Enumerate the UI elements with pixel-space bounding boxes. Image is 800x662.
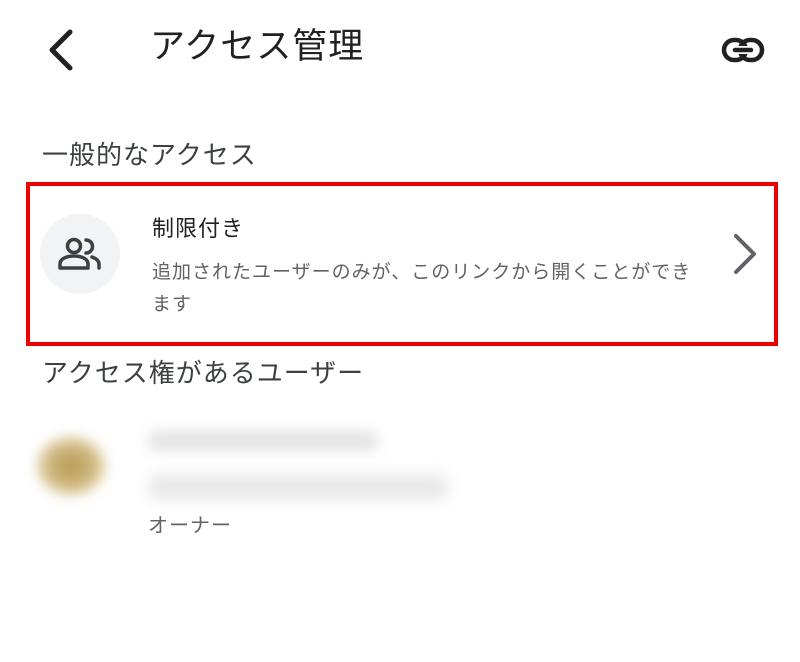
app-bar: アクセス管理: [0, 0, 800, 100]
users-with-access-header: アクセス権があるユーザー: [42, 359, 365, 389]
restricted-access-option[interactable]: 制限付き 追加されたユーザーのみが、このリンクから開くことができます: [26, 182, 778, 346]
access-icon-container: [40, 214, 120, 294]
user-email-redacted: [148, 474, 448, 500]
access-option-description: 追加されたユーザーのみが、このリンクから開くことができます: [152, 261, 692, 315]
user-role: オーナー: [148, 513, 232, 537]
user-avatar: [36, 436, 106, 496]
page-title: アクセス管理: [150, 27, 365, 67]
user-list-item[interactable]: オーナー: [26, 414, 448, 544]
chevron-right-icon: [726, 230, 762, 278]
back-button[interactable]: [38, 24, 82, 76]
general-access-header: 一般的なアクセス: [42, 141, 257, 171]
copy-link-button[interactable]: [716, 30, 770, 70]
link-icon: [721, 37, 765, 63]
user-name-redacted: [148, 430, 378, 452]
arrow-back-icon: [49, 29, 73, 71]
people-icon: [58, 237, 101, 270]
access-option-title: 制限付き: [152, 217, 245, 242]
